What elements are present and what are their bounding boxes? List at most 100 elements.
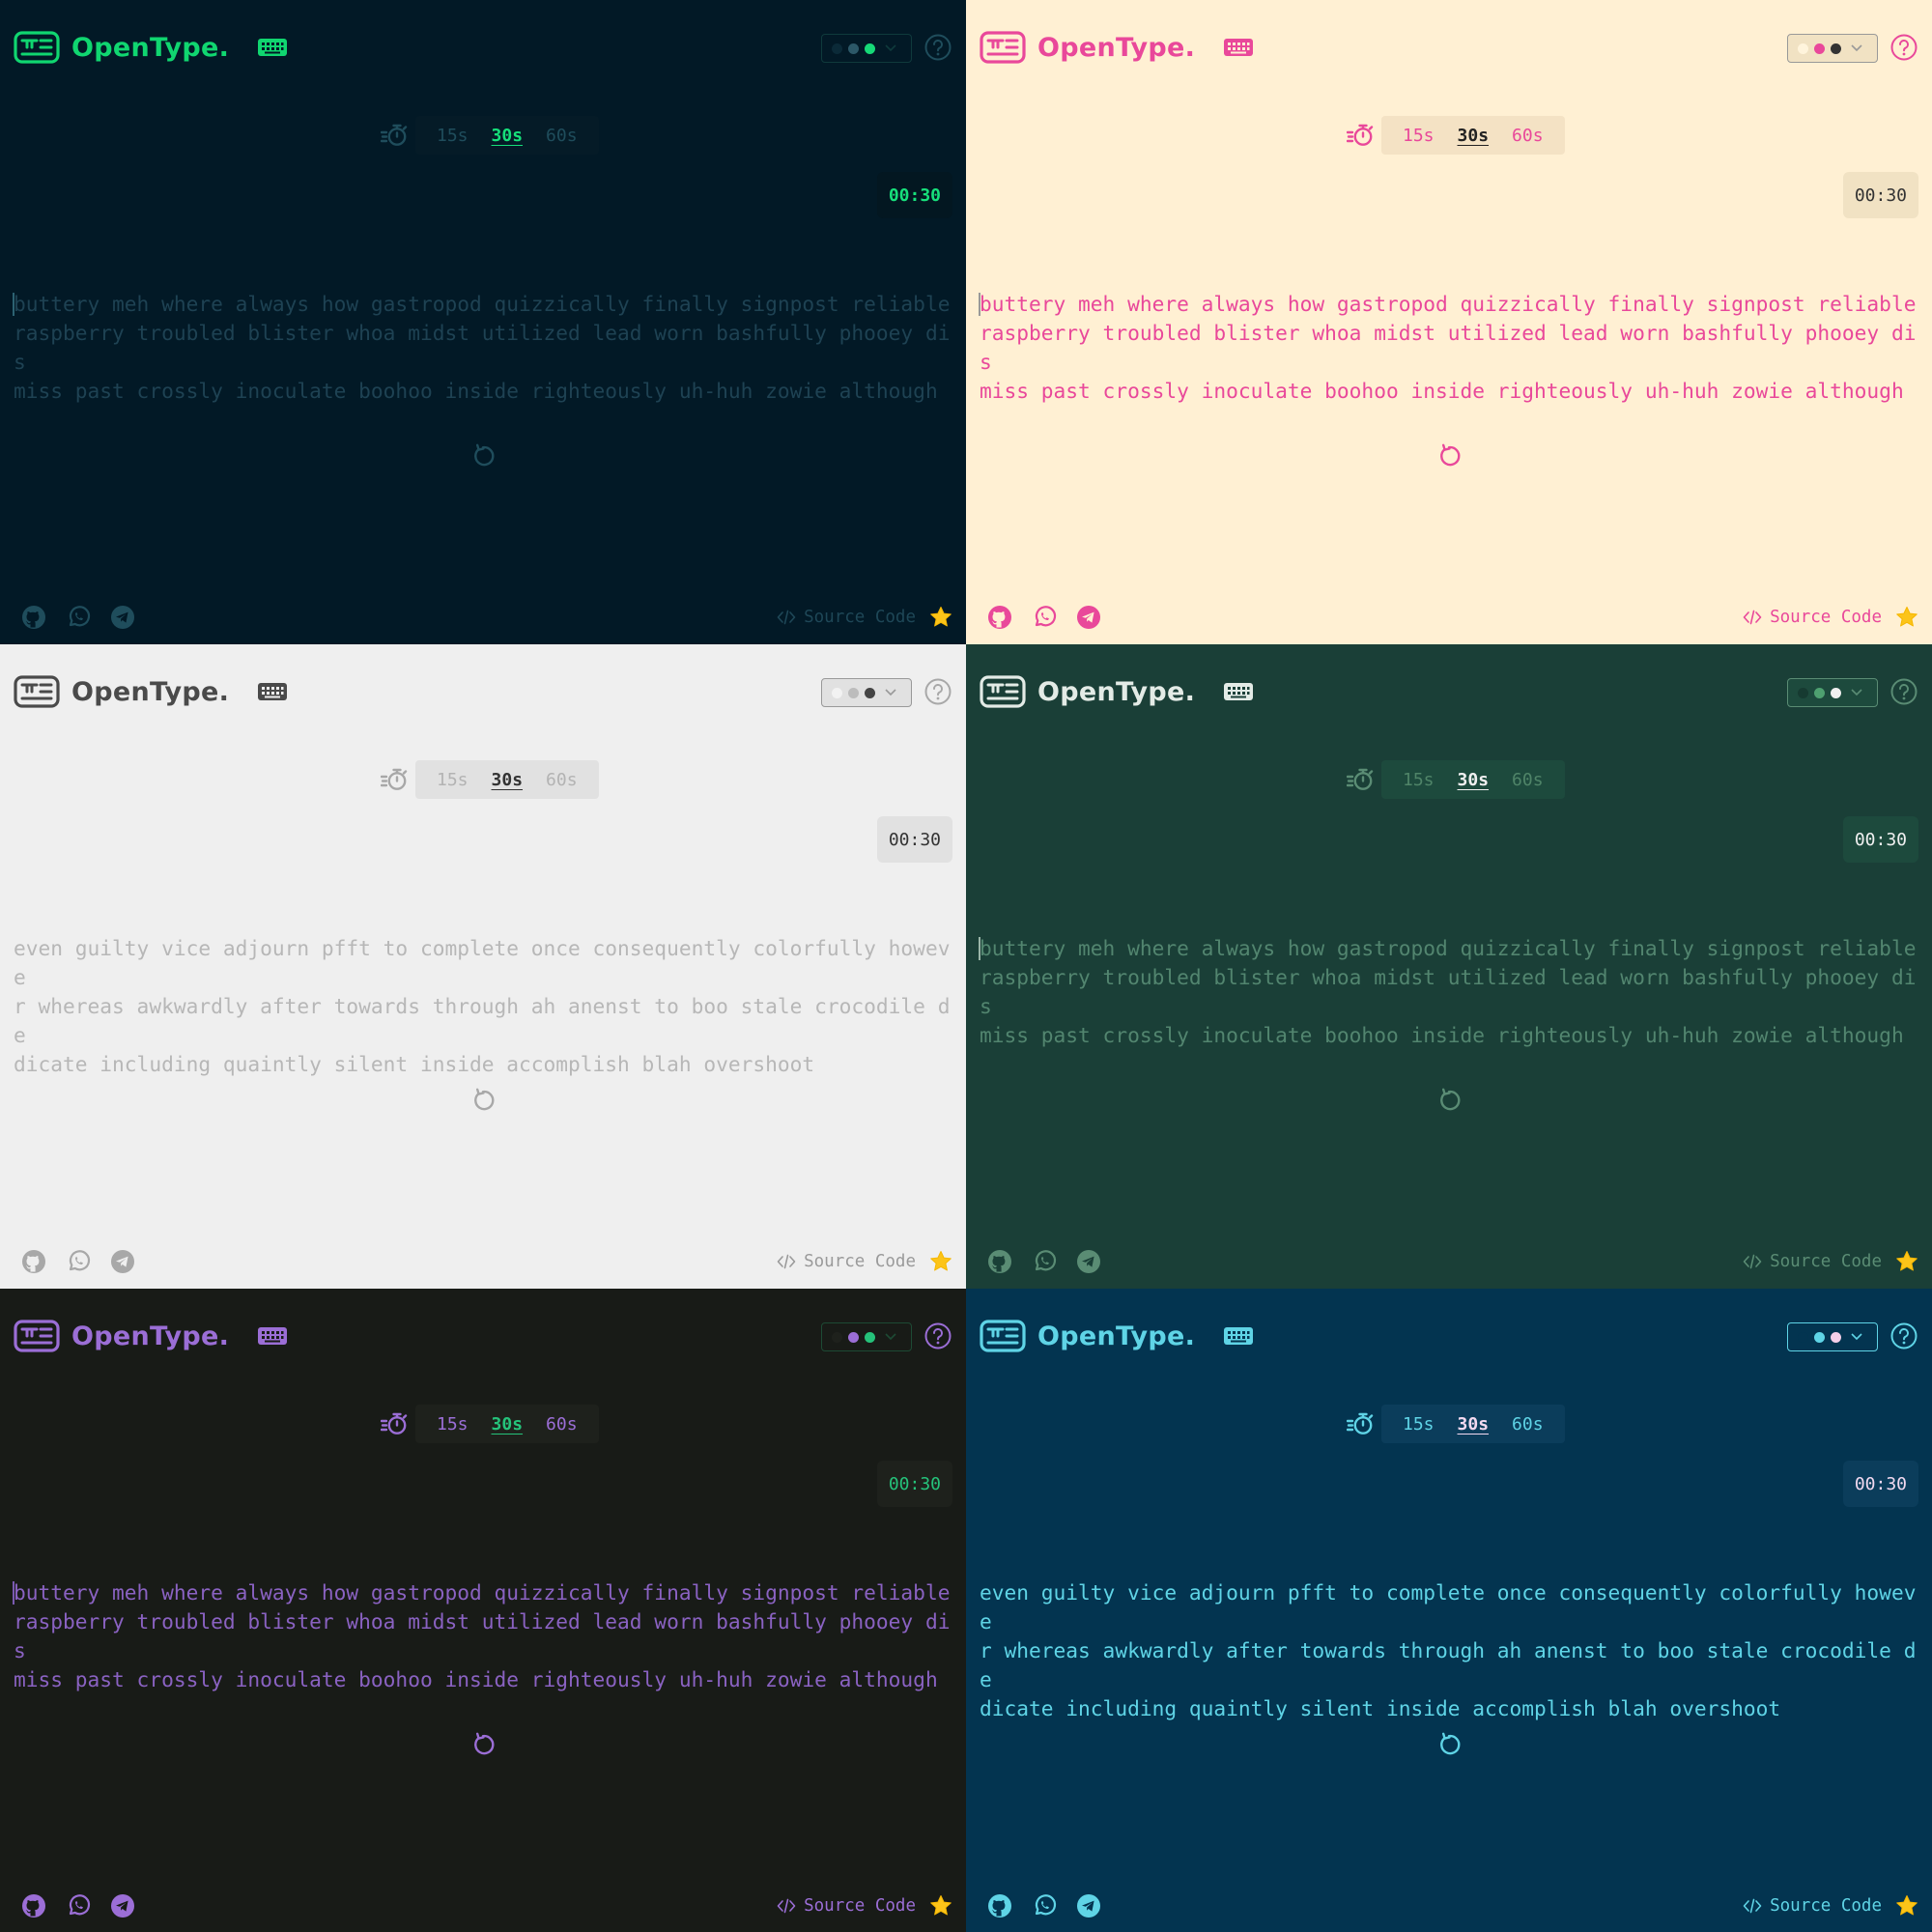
code-icon [777,1898,796,1914]
github-icon[interactable] [987,605,1012,630]
typing-words[interactable]: buttery meh where always how gastropod q… [14,290,955,406]
whatsapp-icon[interactable] [66,605,91,630]
timer-selector: 15s 30s 60s [1347,116,1565,155]
restart-icon[interactable] [470,443,496,469]
help-icon[interactable] [1889,677,1918,706]
source-code-link[interactable]: Source Code [777,606,952,629]
theme-selector[interactable] [1787,678,1878,707]
timer-option-60s[interactable]: 60s [1500,1414,1555,1435]
logo[interactable]: OpenType. [14,675,288,708]
keyboard-logo-icon [14,1320,60,1352]
telegram-icon[interactable] [110,605,135,630]
star-icon[interactable] [929,1250,952,1273]
logo[interactable]: OpenType. [14,31,288,64]
theme-selector[interactable] [821,678,912,707]
stopwatch-icon [1347,124,1374,146]
restart-icon[interactable] [470,1088,496,1113]
logo[interactable]: OpenType. [980,31,1254,64]
keyboard-icon[interactable] [1224,39,1254,56]
timer-selector: 15s 30s 60s [1347,760,1565,799]
keyboard-icon[interactable] [258,683,288,700]
source-code-link[interactable]: Source Code [777,1894,952,1918]
whatsapp-icon[interactable] [1032,1249,1057,1274]
source-code-label: Source Code [804,608,916,627]
help-icon[interactable] [923,1321,952,1350]
help-icon[interactable] [1889,1321,1918,1350]
theme-panel-cream-pink: OpenType. 15s 30s 60s 00:30 buttery meh … [966,0,1932,644]
timer-option-15s[interactable]: 15s [425,1414,480,1435]
source-code-link[interactable]: Source Code [777,1250,952,1273]
theme-selector[interactable] [1787,34,1878,63]
timer-option-15s[interactable]: 15s [1391,126,1446,146]
logo[interactable]: OpenType. [980,1320,1254,1352]
timer-option-15s[interactable]: 15s [425,770,480,790]
theme-dot [848,1331,859,1343]
theme-dot [1814,43,1825,54]
timer-option-15s[interactable]: 15s [1391,770,1446,790]
whatsapp-icon[interactable] [66,1249,91,1274]
theme-dot [848,687,859,698]
github-icon[interactable] [21,1893,46,1918]
whatsapp-icon[interactable] [1032,605,1057,630]
whatsapp-icon[interactable] [66,1893,91,1918]
github-icon[interactable] [987,1249,1012,1274]
theme-panel-ocean-cyan: OpenType. 15s 30s 60s 00:30 even guilty … [966,1289,1932,1932]
logo[interactable]: OpenType. [14,1320,288,1352]
telegram-icon[interactable] [1076,1893,1101,1918]
star-icon[interactable] [1895,1250,1918,1273]
timer-option-30s[interactable]: 30s [480,770,535,790]
logo[interactable]: OpenType. [980,675,1254,708]
typing-caret [13,293,14,316]
timer-options: 15s 30s 60s [415,760,599,799]
github-icon[interactable] [21,1249,46,1274]
theme-selector[interactable] [1787,1322,1878,1351]
restart-icon[interactable] [1436,443,1462,469]
timer-option-60s[interactable]: 60s [1500,770,1555,790]
telegram-icon[interactable] [1076,1249,1101,1274]
typing-words[interactable]: buttery meh where always how gastropod q… [980,290,1921,406]
source-code-link[interactable]: Source Code [1743,606,1918,629]
timer-option-15s[interactable]: 15s [1391,1414,1446,1435]
typing-words[interactable]: buttery meh where always how gastropod q… [980,934,1921,1050]
help-icon[interactable] [923,33,952,62]
keyboard-icon[interactable] [1224,1327,1254,1345]
github-icon[interactable] [987,1893,1012,1918]
timer-options: 15s 30s 60s [415,116,599,155]
typing-words[interactable]: even guilty vice adjourn pfft to complet… [14,934,955,1079]
theme-selector[interactable] [821,34,912,63]
restart-icon[interactable] [1436,1088,1462,1113]
keyboard-icon[interactable] [258,39,288,56]
star-icon[interactable] [1895,1894,1918,1918]
timer-option-30s[interactable]: 30s [480,126,535,146]
star-icon[interactable] [929,1894,952,1918]
timer-option-60s[interactable]: 60s [534,126,589,146]
typing-words[interactable]: buttery meh where always how gastropod q… [14,1578,955,1694]
source-code-link[interactable]: Source Code [1743,1894,1918,1918]
timer-option-15s[interactable]: 15s [425,126,480,146]
timer-option-30s[interactable]: 30s [1446,1414,1501,1435]
theme-selector[interactable] [821,1322,912,1351]
countdown-timer: 00:30 [1842,816,1918,863]
timer-option-30s[interactable]: 30s [1446,126,1501,146]
timer-option-30s[interactable]: 30s [480,1414,535,1435]
timer-option-60s[interactable]: 60s [1500,126,1555,146]
typing-words[interactable]: even guilty vice adjourn pfft to complet… [980,1578,1921,1723]
telegram-icon[interactable] [110,1249,135,1274]
keyboard-icon[interactable] [1224,683,1254,700]
help-icon[interactable] [1889,33,1918,62]
timer-option-30s[interactable]: 30s [1446,770,1501,790]
star-icon[interactable] [1895,606,1918,629]
whatsapp-icon[interactable] [1032,1893,1057,1918]
restart-icon[interactable] [470,1732,496,1757]
source-code-link[interactable]: Source Code [1743,1250,1918,1273]
telegram-icon[interactable] [110,1893,135,1918]
github-icon[interactable] [21,605,46,630]
star-icon[interactable] [929,606,952,629]
help-icon[interactable] [923,677,952,706]
timer-option-60s[interactable]: 60s [534,1414,589,1435]
telegram-icon[interactable] [1076,605,1101,630]
theme-panel-dark-navy-green: OpenType. 15s 30s 60s 00:30 buttery meh … [0,0,966,644]
keyboard-icon[interactable] [258,1327,288,1345]
restart-icon[interactable] [1436,1732,1462,1757]
timer-option-60s[interactable]: 60s [534,770,589,790]
